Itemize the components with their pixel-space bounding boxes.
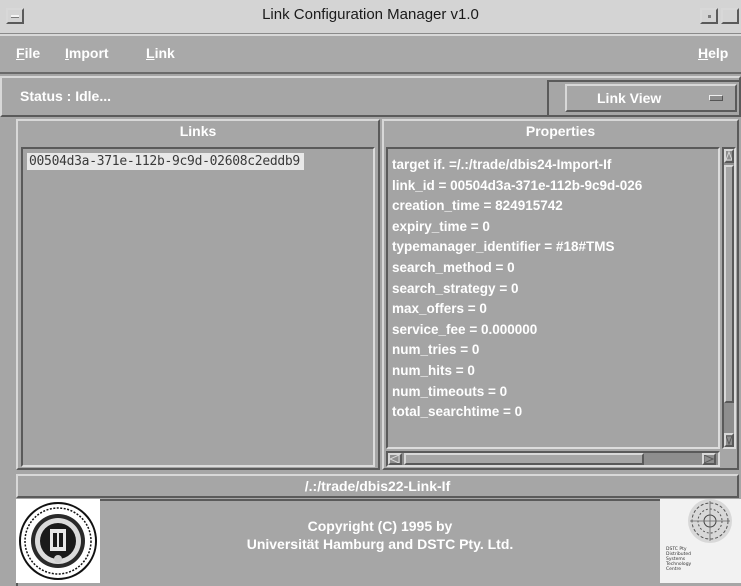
menu-file[interactable]: File: [16, 45, 40, 61]
arrow-up-icon[interactable]: [724, 149, 734, 163]
links-list[interactable]: 00504d3a-371e-112b-9c9d-02608c2eddb9: [21, 147, 375, 467]
property-line: num_timeouts = 0: [392, 383, 508, 399]
option-menu-indicator-icon: [709, 95, 723, 101]
property-line: creation_time = 824915742: [392, 198, 563, 214]
property-line: num_hits = 0: [392, 362, 475, 378]
properties-pane: Properties target if. =/.:/trade/dbis24-…: [382, 119, 739, 470]
arrow-right-icon[interactable]: [702, 453, 716, 465]
menu-import[interactable]: Import: [65, 45, 109, 61]
title-bar: Link Configuration Manager v1.0: [0, 0, 741, 34]
window-title: Link Configuration Manager v1.0: [262, 6, 479, 23]
path-bar: /.:/trade/dbis22-Link-If: [16, 474, 739, 498]
copyright-line-1: Copyright (C) 1995 by: [307, 518, 453, 534]
maximize-icon[interactable]: [721, 8, 739, 24]
copyright-text: Copyright (C) 1995 by Universität Hambur…: [105, 517, 655, 553]
vertical-scrollbar[interactable]: [722, 147, 736, 449]
property-line: total_searchtime = 0: [392, 404, 523, 420]
menu-help[interactable]: Help: [698, 45, 728, 61]
dstc-logo-text: DSTC Pty Distributed Systems Technology …: [666, 547, 692, 572]
property-line: typemanager_identifier = #18#TMS: [392, 239, 615, 255]
menu-bar: File Import Link Help: [0, 34, 741, 74]
properties-header: Properties: [525, 123, 596, 139]
horizontal-scrollbar[interactable]: [386, 451, 720, 467]
property-line: num_tries = 0: [392, 342, 480, 358]
property-line: search_strategy = 0: [392, 280, 519, 296]
property-line: service_fee = 0.000000: [392, 321, 538, 337]
link-view-label: Link View: [597, 90, 662, 106]
link-view-option-menu[interactable]: Link View: [565, 84, 737, 112]
copyright-line-2: Universität Hamburg and DSTC Pty. Ltd.: [246, 536, 514, 552]
property-line: search_method = 0: [392, 259, 515, 275]
links-header: Links: [179, 123, 217, 139]
arrow-down-icon[interactable]: [724, 433, 734, 447]
dstc-logo: DSTC Pty Distributed Systems Technology …: [660, 499, 741, 583]
properties-lines: target if. =/.:/trade/dbis24-Import-If l…: [392, 155, 718, 423]
property-line: expiry_time = 0: [392, 218, 490, 234]
university-seal-logo: [16, 499, 100, 583]
property-line: target if. =/.:/trade/dbis24-Import-If: [392, 157, 612, 172]
links-pane: Links 00504d3a-371e-112b-9c9d-02608c2edd…: [16, 119, 380, 470]
property-line: max_offers = 0: [392, 301, 487, 317]
list-item[interactable]: 00504d3a-371e-112b-9c9d-02608c2eddb9: [27, 153, 304, 170]
vertical-scroll-thumb[interactable]: [724, 165, 734, 403]
copyright-area: Copyright (C) 1995 by Universität Hambur…: [0, 499, 741, 586]
arrow-left-icon[interactable]: [388, 453, 402, 465]
property-line: link_id = 00504d3a-371e-112b-9c9d-026: [392, 177, 643, 193]
menu-link[interactable]: Link: [146, 45, 175, 61]
status-bar: Status : Idle... Link View: [0, 76, 741, 117]
minimize-icon[interactable]: [700, 8, 718, 24]
status-text: Status : Idle...: [20, 88, 112, 104]
properties-list[interactable]: target if. =/.:/trade/dbis24-Import-If l…: [386, 147, 720, 449]
horizontal-scroll-thumb[interactable]: [404, 453, 644, 465]
